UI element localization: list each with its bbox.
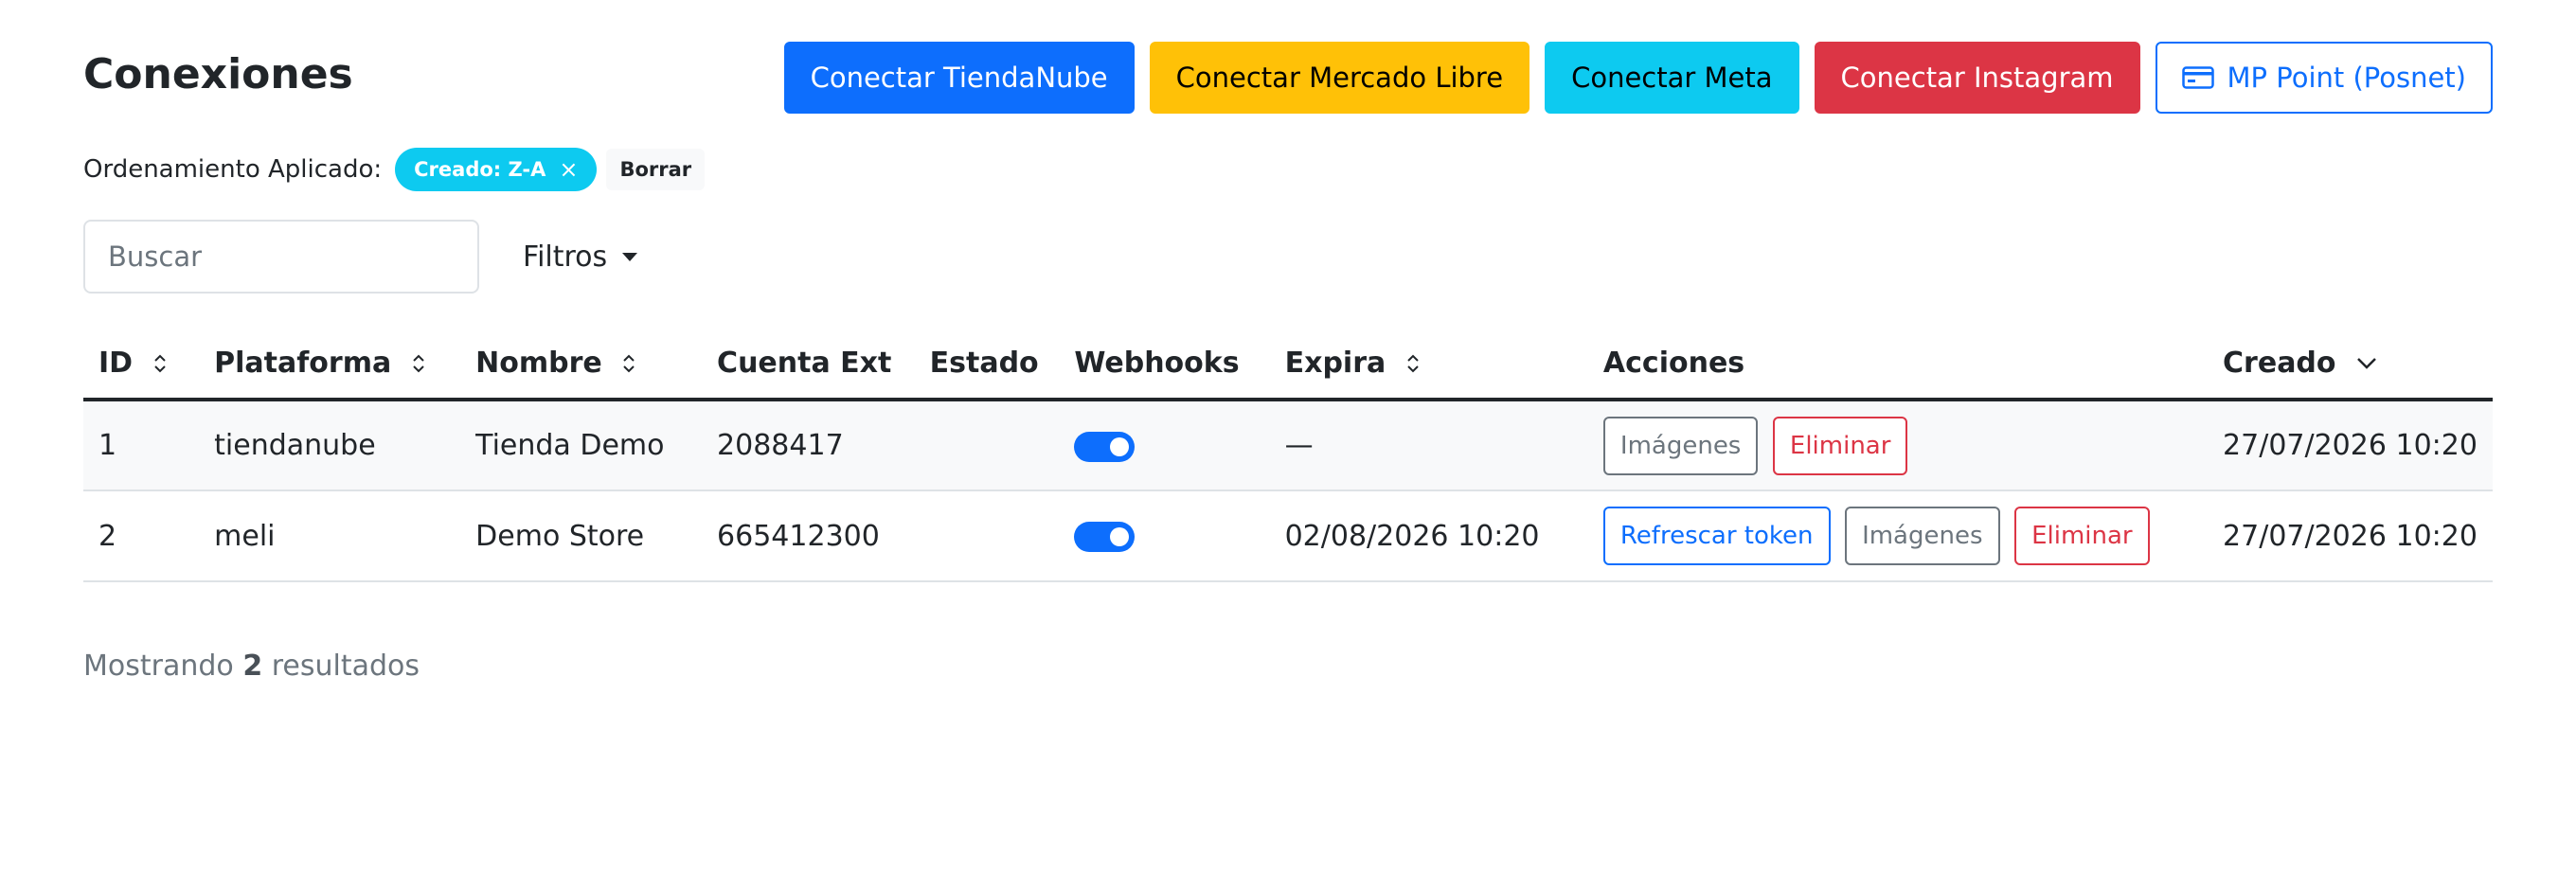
cell-actions: Imágenes Eliminar	[1587, 400, 2209, 491]
sort-chip-label: Creado: Z-A	[414, 158, 546, 181]
cell-status	[914, 490, 1060, 582]
webhooks-toggle[interactable]	[1074, 522, 1136, 552]
column-header-expires-label: Expira	[1284, 346, 1386, 380]
column-header-created[interactable]: Creado	[2208, 328, 2493, 401]
cell-platform: meli	[199, 490, 461, 582]
applied-sort-label: Ordenamiento Aplicado:	[83, 155, 383, 184]
refresh-token-button[interactable]: Refrescar token	[1602, 507, 1831, 565]
cell-account: 665412300	[702, 490, 915, 582]
cell-id: 1	[83, 400, 200, 491]
column-header-name[interactable]: Nombre	[460, 328, 703, 401]
clear-sort-button[interactable]: Borrar	[606, 149, 706, 190]
header: Conexiones Conectar TiendaNube Conectar …	[83, 42, 2493, 114]
column-header-status: Estado	[914, 328, 1060, 401]
sort-icon	[412, 354, 424, 373]
connect-buttons: Conectar TiendaNube Conectar Mercado Lib…	[783, 42, 2493, 114]
table-row: 1 tiendanube Tienda Demo 2088417 — Imáge…	[83, 400, 2493, 491]
connect-meta-button[interactable]: Conectar Meta	[1545, 42, 1799, 114]
credit-card-icon	[2181, 66, 2214, 89]
toggle-knob	[1110, 436, 1130, 456]
search-row: Filtros	[83, 220, 653, 294]
webhooks-toggle[interactable]	[1074, 431, 1136, 462]
cell-actions: Refrescar token Imágenes Eliminar	[1587, 490, 2209, 582]
sort-chip: Creado: Z-A ×	[395, 148, 598, 191]
search-input[interactable]	[83, 220, 479, 294]
cell-id: 2	[83, 490, 200, 582]
results-prefix: Mostrando	[83, 650, 234, 683]
cell-expires: 02/08/2026 10:20	[1269, 490, 1588, 582]
chevron-down-icon	[2357, 358, 2376, 369]
results-number: 2	[242, 650, 263, 683]
cell-webhooks	[1059, 400, 1270, 491]
connect-instagram-button[interactable]: Conectar Instagram	[1814, 42, 2140, 114]
column-header-created-label: Creado	[2223, 346, 2336, 380]
cell-created: 27/07/2026 10:20	[2208, 490, 2493, 582]
images-button[interactable]: Imágenes	[1845, 507, 2000, 565]
results-suffix: resultados	[271, 650, 420, 683]
column-header-expires[interactable]: Expira	[1269, 328, 1588, 401]
column-header-name-label: Nombre	[475, 346, 602, 380]
column-header-webhooks: Webhooks	[1059, 328, 1270, 401]
toggle-knob	[1110, 527, 1130, 546]
column-header-actions: Acciones	[1587, 328, 2209, 401]
column-header-platform-label: Plataforma	[214, 346, 392, 380]
connections-table: ID Plataforma Nombre Cuenta Ext Estado W…	[83, 328, 2493, 582]
column-header-account: Cuenta Ext	[702, 328, 915, 401]
delete-button[interactable]: Eliminar	[1772, 416, 1908, 475]
sort-icon	[1406, 354, 1419, 373]
close-icon[interactable]: ×	[559, 156, 578, 183]
cell-created: 27/07/2026 10:20	[2208, 400, 2493, 491]
column-header-platform[interactable]: Plataforma	[199, 328, 461, 401]
sort-icon	[623, 354, 635, 373]
connect-mercadolibre-button[interactable]: Conectar Mercado Libre	[1149, 42, 1530, 114]
cell-name: Tienda Demo	[460, 400, 703, 491]
images-button[interactable]: Imágenes	[1602, 416, 1759, 475]
caret-down-icon	[622, 252, 638, 261]
cell-account: 2088417	[702, 400, 915, 491]
delete-button[interactable]: Eliminar	[2014, 507, 2150, 565]
column-header-id-label: ID	[98, 346, 134, 380]
table-row: 2 meli Demo Store 665412300 02/08/2026 1…	[83, 490, 2493, 582]
cell-webhooks	[1059, 490, 1270, 582]
cell-status	[914, 400, 1060, 491]
cell-expires: —	[1269, 400, 1588, 491]
filters-label: Filtros	[523, 240, 608, 274]
table-header-row: ID Plataforma Nombre Cuenta Ext Estado W…	[83, 328, 2493, 401]
results-count: Mostrando 2 resultados	[83, 650, 420, 683]
mp-point-label: MP Point (Posnet)	[2227, 62, 2466, 94]
applied-sort-row: Ordenamiento Aplicado: Creado: Z-A × Bor…	[83, 148, 706, 191]
mp-point-button[interactable]: MP Point (Posnet)	[2155, 42, 2493, 114]
page-title: Conexiones	[83, 50, 353, 98]
cell-platform: tiendanube	[199, 400, 461, 491]
sort-icon	[153, 354, 166, 373]
connect-tiendanube-button[interactable]: Conectar TiendaNube	[783, 42, 1135, 114]
cell-name: Demo Store	[460, 490, 703, 582]
column-header-id[interactable]: ID	[83, 328, 200, 401]
filters-dropdown[interactable]: Filtros	[508, 220, 653, 294]
page: Conexiones Conectar TiendaNube Conectar …	[0, 0, 2576, 890]
